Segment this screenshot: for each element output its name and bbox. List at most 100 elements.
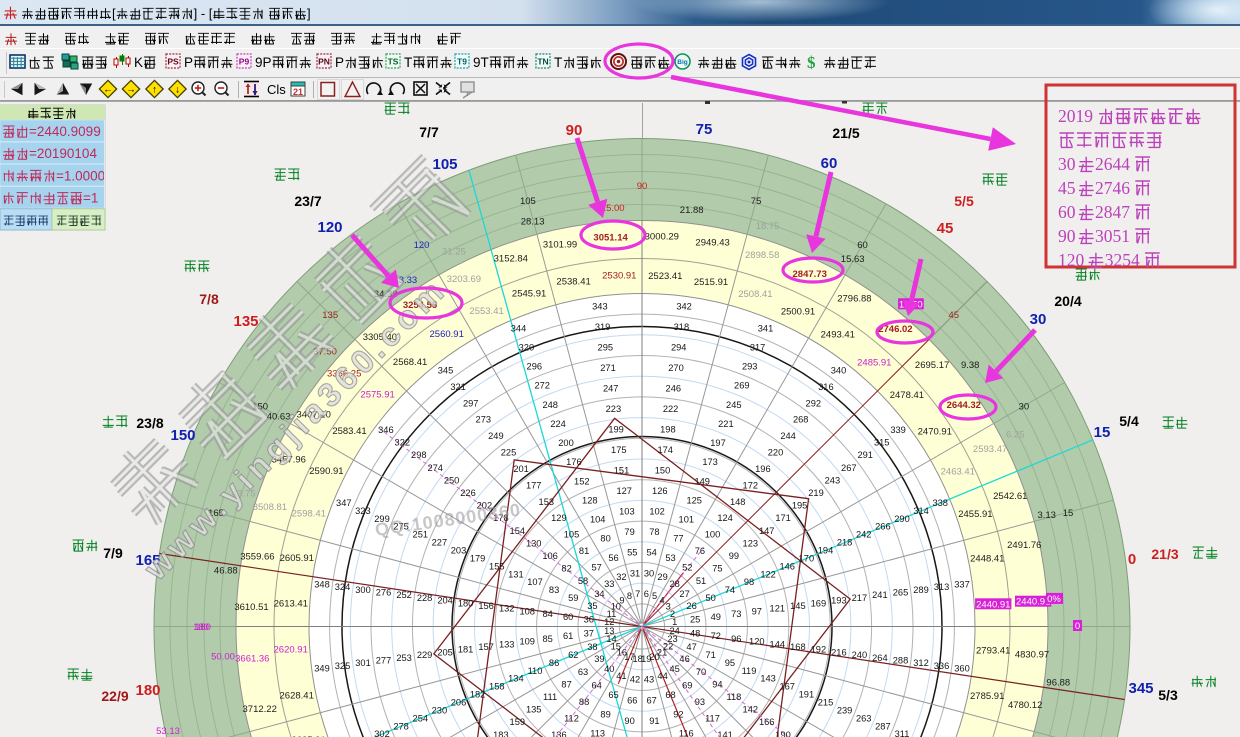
svg-text:147: 147 — [759, 526, 775, 536]
svg-text:18.75: 18.75 — [756, 221, 780, 232]
svg-text:T: T — [404, 55, 412, 70]
svg-text:45: 45 — [1058, 178, 1076, 198]
svg-text:291: 291 — [857, 450, 873, 460]
svg-text:293: 293 — [742, 362, 758, 372]
svg-text:45: 45 — [949, 310, 960, 321]
svg-text:2598.41: 2598.41 — [292, 509, 326, 520]
svg-text:0: 0 — [1075, 621, 1080, 632]
svg-text:111: 111 — [543, 692, 557, 702]
svg-text:118: 118 — [726, 692, 741, 702]
svg-text:7/9: 7/9 — [103, 545, 123, 561]
svg-text:107: 107 — [527, 577, 543, 587]
svg-text:123: 123 — [743, 538, 759, 548]
svg-text:129: 129 — [551, 513, 567, 523]
svg-text:15.63: 15.63 — [841, 254, 865, 265]
svg-text:316: 316 — [818, 382, 834, 392]
svg-text:272: 272 — [534, 381, 550, 391]
svg-text:86: 86 — [549, 658, 559, 668]
svg-text:93: 93 — [695, 697, 705, 707]
svg-text:247: 247 — [603, 384, 619, 394]
svg-text:5/5: 5/5 — [954, 193, 974, 209]
svg-text:55: 55 — [627, 548, 637, 558]
svg-text:348: 348 — [314, 579, 330, 589]
svg-text:321: 321 — [450, 382, 466, 392]
svg-text:29: 29 — [657, 572, 667, 582]
svg-text:294: 294 — [671, 343, 687, 353]
svg-text:151: 151 — [614, 466, 630, 476]
svg-text:168: 168 — [790, 642, 806, 652]
svg-text:41: 41 — [616, 671, 626, 681]
svg-text:225: 225 — [501, 448, 517, 458]
svg-text:146: 146 — [779, 561, 795, 571]
svg-text:322: 322 — [395, 438, 411, 448]
svg-text:71: 71 — [706, 650, 716, 660]
svg-text:145: 145 — [790, 601, 806, 611]
svg-text:43: 43 — [644, 675, 654, 685]
svg-text:2463.41: 2463.41 — [941, 467, 975, 478]
svg-text:113: 113 — [590, 729, 605, 737]
svg-text:240: 240 — [852, 650, 868, 660]
svg-text:82: 82 — [561, 564, 571, 574]
svg-text:182: 182 — [470, 690, 486, 700]
svg-text:197: 197 — [710, 438, 726, 448]
svg-text:P: P — [184, 55, 193, 70]
svg-text:130: 130 — [526, 538, 542, 548]
svg-text:273: 273 — [476, 415, 492, 425]
svg-text:3610.51: 3610.51 — [234, 602, 268, 613]
svg-text:155: 155 — [489, 561, 505, 571]
svg-text:2898.58: 2898.58 — [745, 250, 779, 261]
svg-text:276: 276 — [376, 588, 392, 598]
svg-text:75: 75 — [751, 196, 762, 207]
svg-text:27: 27 — [679, 589, 689, 599]
svg-text:241: 241 — [872, 590, 888, 600]
svg-text:50.00: 50.00 — [211, 651, 235, 662]
svg-text:2605.91: 2605.91 — [280, 553, 314, 564]
svg-text:159: 159 — [510, 717, 526, 727]
svg-text:32: 32 — [616, 572, 626, 582]
svg-text:289: 289 — [913, 585, 929, 595]
svg-text:2508.41: 2508.41 — [738, 289, 772, 300]
svg-text:112: 112 — [564, 713, 579, 723]
svg-text:200: 200 — [558, 438, 574, 448]
svg-text:244: 244 — [780, 431, 796, 441]
svg-text:166: 166 — [759, 717, 775, 727]
svg-text:67: 67 — [647, 695, 657, 705]
svg-text:48: 48 — [690, 629, 700, 639]
svg-text:224: 224 — [550, 419, 566, 429]
svg-text:192: 192 — [811, 645, 827, 655]
svg-text:264: 264 — [872, 653, 888, 663]
svg-text:144: 144 — [770, 639, 786, 649]
svg-text:119: 119 — [742, 666, 757, 676]
svg-text:[: [ — [112, 6, 116, 21]
svg-text:98: 98 — [744, 577, 754, 587]
svg-text:205: 205 — [437, 647, 453, 657]
svg-text:2583.41: 2583.41 — [332, 426, 366, 437]
svg-text:246: 246 — [666, 384, 682, 394]
svg-text:158: 158 — [489, 682, 505, 692]
svg-text:75: 75 — [696, 121, 713, 138]
svg-text:109: 109 — [519, 637, 535, 647]
svg-text:268: 268 — [793, 415, 809, 425]
svg-text:220: 220 — [768, 448, 784, 458]
svg-text:312: 312 — [913, 658, 929, 668]
svg-text:3.13: 3.13 — [1037, 510, 1056, 521]
svg-text:68: 68 — [665, 690, 675, 700]
svg-text:116: 116 — [679, 729, 694, 737]
svg-text:↑: ↑ — [152, 85, 157, 96]
svg-text:302: 302 — [374, 729, 390, 737]
svg-text:311: 311 — [895, 729, 910, 737]
svg-text:9.38: 9.38 — [961, 360, 980, 371]
svg-text:33: 33 — [604, 579, 614, 589]
svg-text:15: 15 — [1094, 424, 1111, 441]
svg-text:62: 62 — [568, 650, 578, 660]
svg-text:2560.91: 2560.91 — [430, 329, 464, 340]
svg-text:157: 157 — [478, 642, 494, 652]
svg-text:23/8: 23/8 — [136, 415, 163, 431]
svg-text:288: 288 — [893, 656, 909, 666]
svg-text:42: 42 — [630, 675, 640, 685]
svg-text:3508.81: 3508.81 — [253, 502, 287, 513]
svg-text:30: 30 — [644, 568, 654, 578]
svg-text:53: 53 — [665, 553, 675, 563]
svg-text:323: 323 — [355, 506, 371, 516]
svg-text:96: 96 — [731, 634, 741, 644]
